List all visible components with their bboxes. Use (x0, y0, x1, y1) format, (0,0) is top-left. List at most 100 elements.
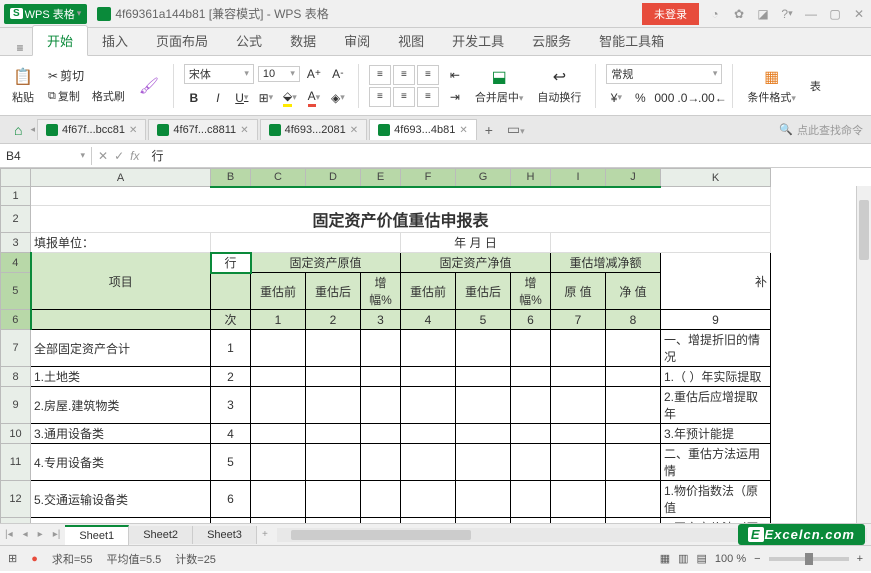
table-button[interactable]: 表 (806, 76, 825, 96)
col-header[interactable]: D (306, 169, 361, 187)
status-mode-icon[interactable]: ⊞ (8, 552, 17, 565)
view-page-icon[interactable]: ▥ (678, 552, 688, 565)
border-button[interactable]: ⊞▾ (256, 88, 276, 108)
font-name-select[interactable]: 宋体▾ (184, 64, 254, 84)
align-middle-button[interactable]: ≡ (393, 65, 415, 85)
maximize-button[interactable]: ▢ (827, 6, 843, 22)
scrollbar-thumb[interactable] (859, 200, 869, 260)
skin-icon[interactable]: ◪ (755, 6, 771, 22)
close-tab-icon[interactable]: ✕ (350, 125, 358, 136)
zoom-slider[interactable] (769, 557, 849, 561)
bold-button[interactable]: B (184, 88, 204, 108)
login-button[interactable]: 未登录 (642, 3, 699, 25)
app-menu-dropdown-icon[interactable]: ▾ (77, 8, 82, 19)
row-header[interactable]: 7 (1, 330, 31, 367)
percent-button[interactable]: % (630, 88, 650, 108)
name-box[interactable]: B4▾ (0, 147, 92, 165)
settings-icon[interactable]: ✿ (731, 6, 747, 22)
tab-layout[interactable]: 页面布局 (142, 26, 222, 55)
col-header[interactable]: H (511, 169, 551, 187)
col-header[interactable]: A (31, 169, 211, 187)
zoom-thumb[interactable] (805, 553, 813, 565)
view-break-icon[interactable]: ▤ (697, 552, 707, 565)
row-header[interactable]: 9 (1, 387, 31, 424)
decrease-font-button[interactable]: A- (328, 64, 348, 84)
sheet-tab-2[interactable]: Sheet2 (129, 526, 193, 544)
paste-button[interactable]: 📋 粘贴 (8, 65, 38, 107)
align-right-button[interactable]: ≡ (417, 87, 439, 107)
close-tab-icon[interactable]: ✕ (459, 125, 467, 136)
cancel-edit-icon[interactable]: ✕ (98, 149, 108, 163)
row-header[interactable]: 8 (1, 367, 31, 387)
zoom-out-button[interactable]: − (754, 553, 760, 565)
tab-list-button[interactable]: ▭▾ (501, 119, 531, 140)
tab-insert[interactable]: 插入 (88, 26, 142, 55)
col-header[interactable]: E (361, 169, 401, 187)
spreadsheet-grid[interactable]: ABCDEFGHIJK12固定资产价值重估申报表3填报单位：年 月 日4项目行固… (0, 168, 871, 523)
row-header[interactable]: 11 (1, 444, 31, 481)
close-tab-icon[interactable]: ✕ (240, 125, 248, 136)
currency-button[interactable]: ¥▾ (606, 88, 626, 108)
hamburger-menu-icon[interactable]: ≡ (8, 41, 32, 55)
workbook-tab[interactable]: 4f67f...bcc81✕ (37, 119, 146, 140)
cloud-icon[interactable]: ◔ (707, 6, 723, 22)
increase-font-button[interactable]: A+ (304, 64, 324, 84)
tab-dev[interactable]: 开发工具 (438, 26, 518, 55)
close-button[interactable]: ✕ (851, 6, 867, 22)
sheet-tab-1[interactable]: Sheet1 (65, 525, 129, 545)
help-icon[interactable]: ?▾ (779, 6, 795, 22)
fill-color-button[interactable]: ⬙▾ (280, 88, 300, 108)
close-tab-icon[interactable]: ✕ (129, 125, 137, 136)
row-header[interactable]: 10 (1, 424, 31, 444)
row-header[interactable]: 3 (1, 233, 31, 253)
scrollbar-thumb[interactable] (291, 530, 471, 540)
sheet-tab-3[interactable]: Sheet3 (193, 526, 257, 544)
minimize-button[interactable]: — (803, 6, 819, 22)
tab-view[interactable]: 视图 (384, 26, 438, 55)
number-format-select[interactable]: 常规▾ (606, 64, 722, 84)
col-header[interactable]: J (606, 169, 661, 187)
auto-wrap-button[interactable]: ↩ 自动换行 (533, 65, 585, 107)
tab-review[interactable]: 审阅 (330, 26, 384, 55)
sheet-nav-first[interactable]: |◂ (0, 529, 18, 540)
add-sheet-button[interactable]: + (257, 529, 273, 540)
format-brush-button[interactable]: 🖌 (135, 74, 163, 98)
increase-decimal-button[interactable]: .0→ (678, 88, 698, 108)
record-icon[interactable]: ● (31, 553, 38, 565)
col-header[interactable]: I (551, 169, 606, 187)
underline-button[interactable]: U▾ (232, 88, 252, 108)
row-header[interactable]: 4 (1, 253, 31, 273)
col-header[interactable]: F (401, 169, 456, 187)
align-top-button[interactable]: ≡ (369, 65, 391, 85)
row-header[interactable]: 13 (1, 518, 31, 524)
vertical-scrollbar[interactable] (856, 186, 871, 523)
new-tab-button[interactable]: + (479, 120, 499, 140)
col-header[interactable]: B (211, 169, 251, 187)
copy-button[interactable]: ⧉复制 (44, 87, 84, 105)
tab-cloud[interactable]: 云服务 (518, 26, 585, 55)
view-normal-icon[interactable]: ▦ (660, 552, 670, 565)
command-search[interactable]: 🔍 点此查找命令 (779, 122, 863, 138)
col-header[interactable]: C (251, 169, 306, 187)
conditional-format-button[interactable]: ▦ 条件格式▾ (743, 65, 800, 107)
select-all-corner[interactable] (1, 169, 31, 187)
align-center-button[interactable]: ≡ (393, 87, 415, 107)
home-icon[interactable]: ⌂ (8, 122, 28, 138)
col-header[interactable]: G (456, 169, 511, 187)
sheet-nav-next[interactable]: ▸ (33, 529, 48, 540)
row-header[interactable]: 6 (1, 310, 31, 330)
zoom-in-button[interactable]: + (857, 553, 863, 565)
format-painter-button[interactable]: 格式刷 (88, 87, 129, 105)
confirm-edit-icon[interactable]: ✓ (114, 149, 124, 163)
cut-button[interactable]: ✂剪切 (44, 66, 129, 85)
formula-input[interactable]: 行 (145, 145, 871, 166)
tab-start[interactable]: 开始 (32, 25, 88, 56)
decrease-decimal-button[interactable]: .00← (702, 88, 722, 108)
comma-button[interactable]: 000 (654, 88, 674, 108)
italic-button[interactable]: I (208, 88, 228, 108)
clear-format-button[interactable]: ◈▾ (328, 88, 348, 108)
tab-smart[interactable]: 智能工具箱 (585, 26, 678, 55)
indent-increase-button[interactable]: ⇥ (445, 87, 465, 107)
tab-nav-prev[interactable]: ◂ (30, 124, 35, 135)
sheet-nav-prev[interactable]: ◂ (18, 529, 33, 540)
